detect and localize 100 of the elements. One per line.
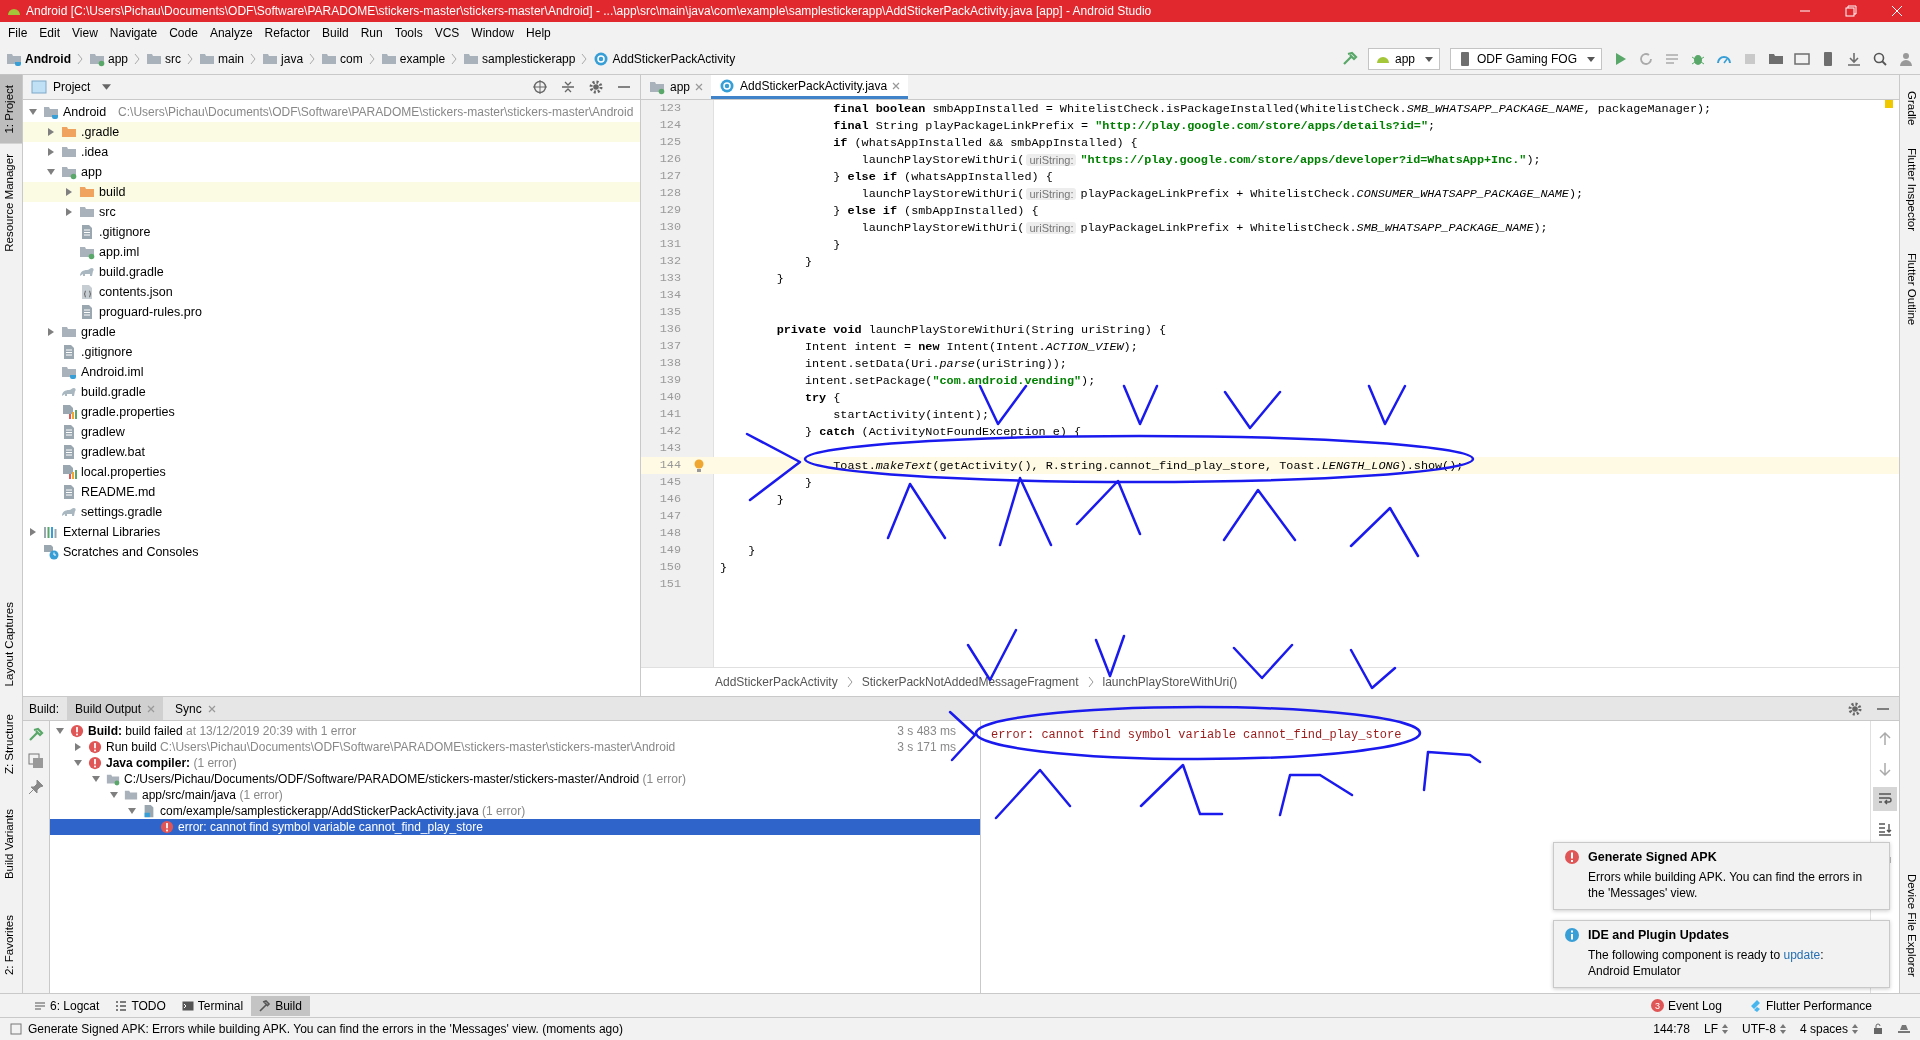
tree-item[interactable]: Scratches and Consoles (63, 545, 199, 559)
tree-item[interactable]: src (99, 205, 116, 219)
tool-window-tab[interactable]: TODO (107, 995, 174, 1016)
tree-item[interactable]: README.md (81, 485, 156, 499)
search-icon[interactable] (1872, 51, 1888, 67)
toggle-view-icon[interactable] (28, 753, 44, 769)
run-configuration-dropdown[interactable]: app (1367, 48, 1440, 70)
tool-window-tab[interactable]: Z: Structure (0, 704, 22, 785)
close-icon[interactable] (695, 83, 704, 91)
breadcrumb-item[interactable]: com (340, 52, 363, 66)
tree-item[interactable]: .gitignore (99, 225, 151, 239)
person-icon[interactable] (1898, 51, 1914, 67)
breadcrumb-item[interactable]: src (165, 52, 182, 66)
dropdown-icon[interactable] (1852, 1024, 1858, 1034)
tree-item[interactable]: settings.gradle (81, 505, 163, 519)
tool-window-tab[interactable]: Resource Manager (0, 143, 22, 262)
settings-icon[interactable] (588, 79, 604, 95)
tool-window-tab[interactable]: Layout Captures (0, 591, 22, 696)
breadcrumb-item[interactable]: samplestickerapp (482, 52, 576, 66)
tool-window-tab[interactable]: Flutter Outline (1900, 244, 1920, 333)
breadcrumb-item[interactable]: main (218, 52, 245, 66)
tool-window-tab[interactable]: 1: Project (0, 75, 22, 144)
dropdown-icon[interactable] (1721, 1024, 1728, 1034)
tree-item[interactable]: .gradle (81, 125, 120, 139)
menu-item[interactable]: File (2, 24, 34, 42)
tree-item[interactable]: External Libraries (63, 525, 161, 539)
tool-window-tab[interactable]: 2: Favorites (0, 904, 22, 985)
download-icon[interactable] (1846, 51, 1862, 67)
menu-item[interactable]: VCS (428, 24, 466, 42)
collapse-all-icon[interactable] (560, 79, 576, 95)
soft-wrap-icon[interactable] (1877, 791, 1893, 807)
tree-item[interactable]: local.properties (81, 465, 166, 479)
pin-icon[interactable] (28, 779, 44, 795)
tree-item[interactable]: Android (63, 105, 107, 119)
menu-item[interactable]: Refactor (258, 24, 316, 42)
tree-item[interactable]: .gitignore (81, 345, 133, 359)
tree-item[interactable]: app.iml (99, 245, 140, 259)
breadcrumb-item[interactable]: java (281, 52, 304, 66)
tree-item[interactable]: build (99, 185, 126, 199)
menu-item[interactable]: Run (354, 24, 389, 42)
scroll-to-end-icon[interactable] (1877, 821, 1893, 837)
panel-tab[interactable]: Build Output (67, 697, 164, 720)
breadcrumb-item[interactable]: app (108, 52, 129, 66)
menu-item[interactable]: Navigate (103, 24, 164, 42)
tool-window-tab[interactable]: 3 Event Log (1642, 995, 1730, 1016)
tree-item[interactable]: app (81, 165, 102, 179)
tree-item[interactable]: Android.iml (81, 365, 144, 379)
down-arrow-icon[interactable] (1877, 761, 1893, 777)
tool-window-tab[interactable]: Terminal (173, 995, 252, 1016)
selected-row[interactable]: error: cannot find symbol variable cannot_find_play_store (50, 819, 980, 835)
dropdown-icon[interactable] (1779, 1024, 1786, 1034)
menu-item[interactable]: Edit (33, 24, 67, 42)
restart-icon[interactable] (1638, 51, 1654, 67)
status-item[interactable]: 4 spaces (1799, 1022, 1848, 1036)
tool-window-tab[interactable]: Flutter Performance (1741, 995, 1880, 1016)
menu-item[interactable]: Window (465, 24, 521, 42)
up-arrow-icon[interactable] (1877, 731, 1893, 747)
tree-item[interactable]: gradlew.bat (81, 445, 145, 459)
window-icon[interactable] (1794, 51, 1810, 67)
folder-icon[interactable] (1768, 51, 1784, 67)
status-item[interactable]: UTF-8 (1741, 1022, 1776, 1036)
lightbulb-icon[interactable] (693, 458, 705, 473)
breadcrumb-item[interactable]: Android (25, 52, 71, 66)
tree-item[interactable]: build.gradle (81, 385, 146, 399)
tool-window-tab[interactable]: 6: Logcat (26, 995, 108, 1016)
menu-item[interactable]: Tools (388, 24, 429, 42)
lock-icon[interactable] (1872, 1023, 1884, 1035)
tree-item[interactable]: .idea (81, 145, 109, 159)
tree-item[interactable]: gradlew (81, 425, 125, 439)
tool-window-tab[interactable]: Device File Explorer (1900, 866, 1920, 985)
close-icon[interactable] (892, 81, 901, 90)
editor-tab[interactable]: app (641, 75, 712, 99)
breadcrumb-item[interactable]: StickerPackNotAddedMessageFragment (861, 675, 1079, 689)
menu-item[interactable]: Analyze (203, 24, 259, 42)
breadcrumb-item[interactable]: AddStickerPackActivity (612, 52, 736, 66)
breadcrumb-item[interactable]: example (399, 52, 446, 66)
tree-item[interactable]: build.gradle (99, 265, 164, 279)
breadcrumb-item[interactable]: AddStickerPackActivity (715, 675, 838, 689)
hammer-icon[interactable] (28, 727, 44, 743)
tree-item[interactable]: contents.json (99, 285, 173, 299)
tool-window-tab[interactable]: Flutter Inspector (1900, 139, 1920, 239)
settings-icon[interactable] (1847, 700, 1863, 717)
hat-icon[interactable] (1898, 1023, 1910, 1035)
editor-tab[interactable]: AddStickerPackActivity.java (711, 75, 909, 99)
hammer-icon[interactable] (1341, 51, 1358, 67)
tool-window-tab[interactable]: Build Variants (0, 799, 22, 890)
menu-item[interactable]: Help (520, 24, 557, 42)
tool-window-tab[interactable]: Build (251, 995, 310, 1016)
panel-title[interactable]: Project (53, 80, 91, 94)
tree-item[interactable]: gradle (81, 325, 116, 339)
breadcrumb-item[interactable]: launchPlayStoreWithUri() (1102, 675, 1238, 689)
menu-item[interactable]: Code (163, 24, 204, 42)
status-item[interactable]: 144:78 (1653, 1022, 1690, 1036)
close-icon[interactable] (207, 704, 216, 713)
panel-tab[interactable]: Sync (167, 697, 224, 720)
tool-window-tab[interactable]: Gradle (1900, 83, 1920, 134)
device-dropdown[interactable]: ODF Gaming FOG (1450, 48, 1602, 70)
tree-item[interactable]: gradle.properties (81, 405, 175, 419)
checkbox-icon[interactable] (10, 1023, 22, 1035)
menu-item[interactable]: View (66, 24, 104, 42)
